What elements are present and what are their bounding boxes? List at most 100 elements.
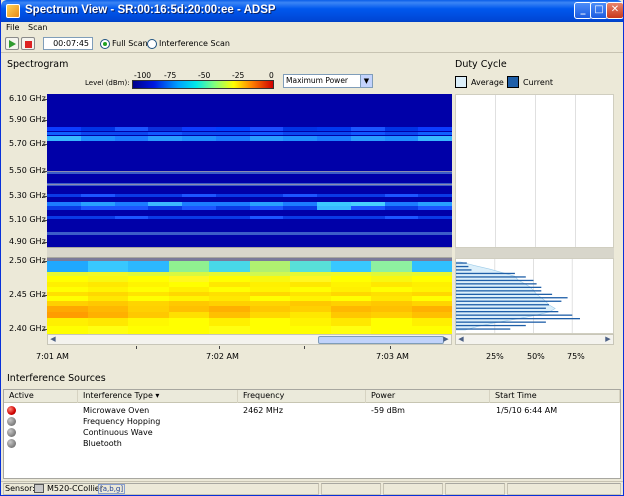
heatmap-cell — [384, 127, 419, 131]
table-row[interactable]: Microwave Oven 2462 MHz -59 dBm 1/5/10 6:44… — [4, 405, 620, 416]
status-pane — [383, 483, 443, 495]
cell-type: Bluetooth — [83, 439, 122, 448]
column-header-start-time[interactable]: Start Time — [490, 390, 620, 403]
duty-current-bar — [456, 304, 549, 306]
duty-current-bar — [456, 300, 562, 302]
active-indicator-icon — [7, 406, 16, 415]
heatmap-cell — [317, 232, 352, 235]
heatmap-cell — [283, 132, 318, 135]
full-scan-radio[interactable] — [100, 39, 110, 49]
spectrogram-24ghz-heatmap[interactable] — [47, 258, 452, 334]
status-pane — [507, 483, 621, 495]
duty-current-bar — [456, 311, 559, 313]
heatmap-cell — [317, 136, 352, 141]
duty-cycle-chart — [456, 259, 580, 333]
heatmap-cell — [87, 326, 129, 334]
freq-label: 5.30 GHz — [9, 191, 46, 200]
display-mode-dropdown[interactable]: Maximum Power ▼ — [283, 74, 373, 88]
spectrogram-title: Spectrogram — [7, 59, 69, 70]
chevron-down-icon[interactable]: ▼ — [360, 75, 372, 87]
current-swatch — [507, 76, 519, 88]
heatmap-cell — [371, 318, 412, 326]
heatmap-cell — [411, 318, 452, 326]
freq-label: 4.90 GHz — [9, 237, 46, 246]
inactive-indicator-icon — [7, 417, 16, 426]
start-scan-button[interactable] — [5, 37, 19, 50]
heatmap-cell — [87, 261, 129, 272]
average-legend-label: Average — [471, 78, 504, 87]
column-header-power[interactable]: Power — [366, 390, 490, 403]
heatmap-cell — [350, 132, 386, 135]
freq-label: 5.50 GHz — [9, 166, 46, 175]
time-label: 7:02 AM — [206, 352, 239, 361]
column-header-frequency[interactable]: Frequency — [238, 390, 366, 403]
sensor-icon — [34, 484, 44, 493]
column-header-active[interactable]: Active — [4, 390, 78, 403]
heatmap-cell — [249, 232, 284, 235]
heatmap-cell — [317, 216, 352, 219]
heatmap-cell — [283, 232, 318, 235]
interference-sources-title: Interference Sources — [7, 373, 106, 384]
duty-current-bar — [456, 265, 469, 268]
heatmap-cell — [249, 194, 284, 197]
heatmap-cell — [350, 194, 386, 197]
heatmap-cell — [215, 206, 251, 210]
table-row[interactable]: Continuous Wave — [4, 427, 620, 438]
time-scrollbar[interactable]: ◀ ▶ — [47, 334, 452, 345]
heatmap-cell — [249, 206, 284, 210]
scroll-right-icon[interactable]: ▶ — [441, 335, 451, 344]
table-row[interactable]: Frequency Hopping — [4, 416, 620, 427]
heatmap-cell — [350, 216, 386, 219]
column-header-type[interactable]: Interference Type ▾ — [78, 390, 238, 403]
spectrogram-5ghz-heatmap[interactable] — [47, 94, 452, 247]
scroll-right-icon[interactable]: ▶ — [603, 335, 613, 344]
heatmap-cell — [80, 194, 116, 197]
heatmap-cell — [350, 136, 386, 141]
duty-current-bar — [456, 290, 542, 292]
heatmap-cell — [384, 132, 419, 135]
interference-scan-radio[interactable] — [147, 39, 157, 49]
sensor-name: M520-CCollier — [47, 484, 104, 493]
title-bar[interactable]: Spectrum View - SR:00:16:5d:20:00:ee - A… — [1, 0, 623, 22]
menu-bar: File Scan — [1, 22, 623, 35]
duty-cycle-24ghz-pane — [455, 258, 614, 334]
duty-splitter[interactable] — [455, 248, 614, 258]
heatmap-cell — [384, 194, 419, 197]
heatmap-cell — [215, 232, 251, 235]
cell-frequency: 2462 MHz — [243, 406, 284, 415]
band-splitter[interactable] — [47, 247, 452, 258]
menu-scan[interactable]: Scan — [28, 23, 47, 32]
heatmap-cell — [128, 261, 169, 272]
sensor-label: Sensor: — [5, 484, 35, 493]
heatmap-cell — [168, 318, 210, 326]
level-tick: -100 — [134, 71, 152, 80]
heatmap-cell — [114, 127, 149, 131]
cell-type: Frequency Hopping — [83, 417, 161, 426]
duty-scrollbar[interactable]: ◀ ▶ — [455, 334, 614, 345]
duty-current-bar — [456, 318, 580, 320]
heatmap-cell — [317, 206, 352, 210]
average-swatch — [455, 76, 467, 88]
full-scan-label[interactable]: Full Scan — [112, 39, 148, 48]
menu-file[interactable]: File — [6, 23, 19, 32]
status-pane — [321, 483, 381, 495]
table-header: Active Interference Type ▾ Frequency Pow… — [4, 390, 620, 403]
heatmap-cell — [371, 326, 412, 334]
interference-scan-label[interactable]: Interference Scan — [159, 39, 230, 48]
duty-current-bar — [456, 314, 573, 316]
heatmap-cell — [418, 136, 452, 141]
duty-current-bar — [456, 328, 511, 330]
heatmap-cell — [114, 132, 149, 135]
heatmap-cell — [80, 132, 116, 135]
scroll-left-icon[interactable]: ◀ — [456, 335, 466, 344]
heatmap-cell — [418, 132, 452, 135]
scrollbar-thumb[interactable] — [318, 336, 444, 344]
heatmap-cell — [182, 206, 217, 210]
stop-scan-button[interactable] — [21, 37, 35, 50]
heatmap-cell — [215, 136, 251, 141]
heatmap-cell — [209, 326, 250, 334]
heatmap-cell — [317, 132, 352, 135]
scroll-left-icon[interactable]: ◀ — [48, 335, 58, 344]
table-row[interactable]: Bluetooth — [4, 438, 620, 449]
close-button[interactable]: ✕ — [606, 2, 623, 19]
